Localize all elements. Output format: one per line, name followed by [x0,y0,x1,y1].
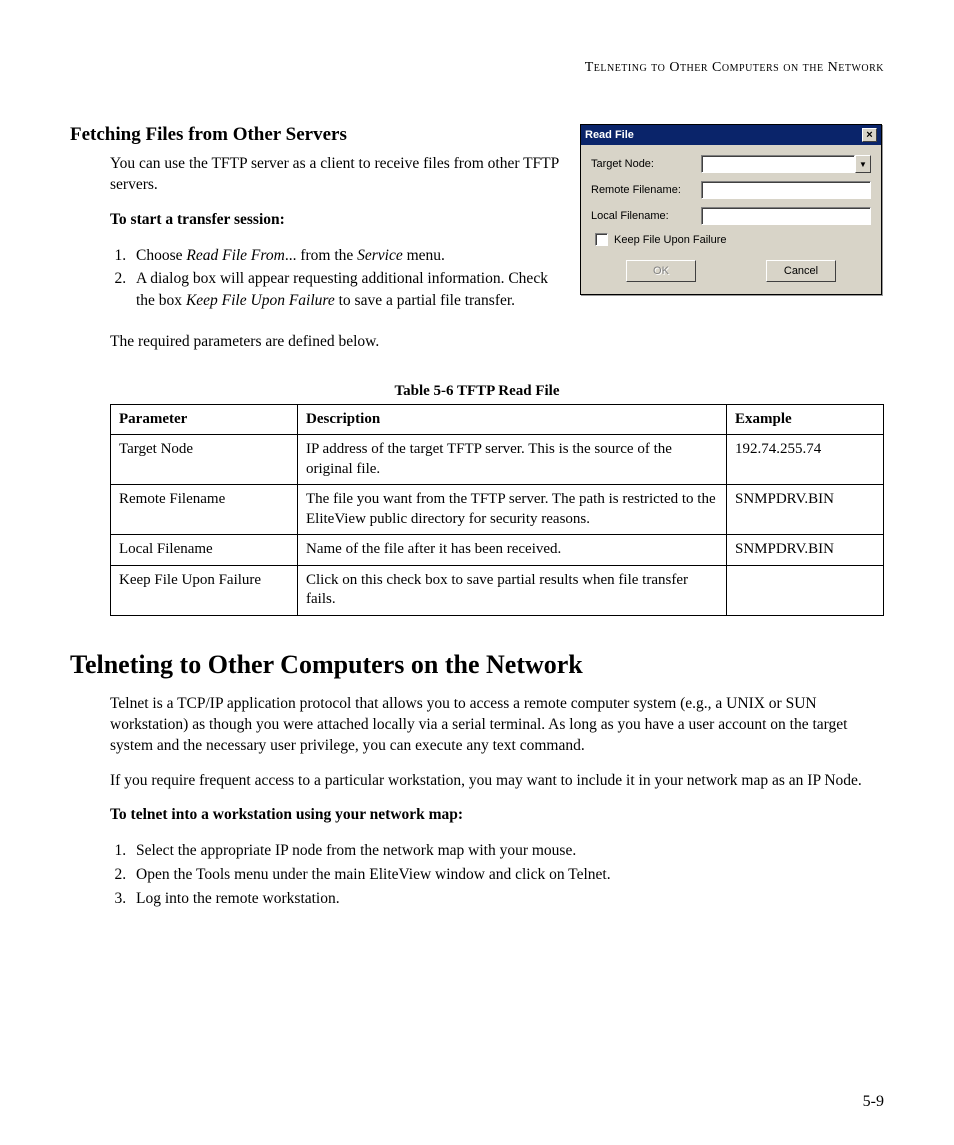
dialog-title-text: Read File [585,129,634,141]
remote-filename-label: Remote Filename: [591,184,701,196]
telnet-step-1: Select the appropriate IP node from the … [130,840,884,862]
tftp-read-file-table: Parameter Description Example Target Nod… [110,404,884,616]
th-parameter: Parameter [111,404,298,435]
ok-button[interactable]: OK [626,260,696,282]
table-row: Remote FilenameThe file you want from th… [111,485,884,535]
section-heading-telneting: Telneting to Other Computers on the Netw… [70,650,884,680]
table-row: Local FilenameName of the file after it … [111,535,884,566]
table-header-row: Parameter Description Example [111,404,884,435]
start-session-label: To start a transfer session: [110,210,570,231]
table-row: Target NodeIP address of the target TFTP… [111,435,884,485]
local-filename-label: Local Filename: [591,210,701,222]
section-heading-fetching: Fetching Files from Other Servers [70,124,570,146]
remote-filename-input[interactable] [701,181,871,199]
cancel-button[interactable]: Cancel [766,260,836,282]
local-filename-input[interactable] [701,207,871,225]
telnet-step-3: Log into the remote workstation. [130,888,884,910]
required-params-paragraph: The required parameters are defined belo… [110,332,884,353]
page-number: 5-9 [863,1093,884,1111]
telnet-steps-label: To telnet into a workstation using your … [110,805,884,826]
running-header: Telneting to Other Computers on the Netw… [70,60,884,76]
target-node-label: Target Node: [591,158,701,170]
step-2: A dialog box will appear requesting addi… [130,268,570,311]
target-node-input[interactable] [701,155,855,173]
table-row: Keep File Upon FailureClick on this chec… [111,565,884,615]
read-file-dialog: Read File × Target Node: ▼ Remote Filena… [580,124,882,295]
th-example: Example [727,404,884,435]
table-caption: Table 5-6 TFTP Read File [70,383,884,400]
keep-file-label: Keep File Upon Failure [614,234,727,246]
telnet-paragraph-2: If you require frequent access to a part… [110,771,884,792]
intro-paragraph: You can use the TFTP server as a client … [110,154,570,196]
telnet-step-2: Open the Tools menu under the main Elite… [130,864,884,886]
th-description: Description [298,404,727,435]
keep-file-checkbox[interactable] [595,233,608,246]
telnet-paragraph-1: Telnet is a TCP/IP application protocol … [110,694,884,757]
dialog-titlebar: Read File × [581,125,881,145]
close-icon[interactable]: × [862,128,877,142]
chevron-down-icon[interactable]: ▼ [855,155,871,173]
step-1: Choose Read File From... from the Servic… [130,245,570,267]
